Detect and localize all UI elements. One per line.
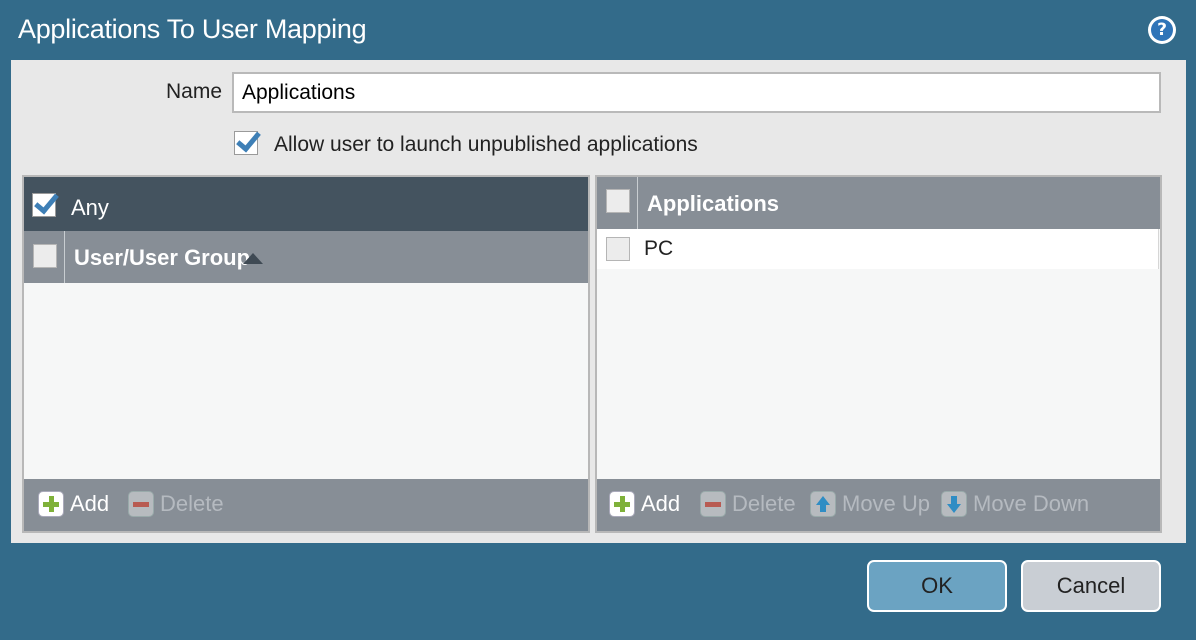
add-user-label: Add <box>70 491 110 516</box>
plus-icon <box>609 491 635 517</box>
move-up-button[interactable]: Move Up <box>810 491 930 517</box>
table-row[interactable]: PC <box>597 229 1159 269</box>
user-group-footer: Add Delete <box>24 479 588 531</box>
arrow-down-icon <box>941 491 967 517</box>
delete-user-label: Delete <box>160 491 224 516</box>
arrow-up-icon <box>810 491 836 517</box>
user-group-column-header[interactable]: User/User Group <box>24 231 588 283</box>
sort-ascending-icon[interactable] <box>243 253 263 264</box>
user-group-column-label: User/User Group <box>74 245 251 270</box>
select-all-users-checkbox[interactable] <box>33 244 57 268</box>
column-divider <box>64 231 65 283</box>
minus-icon <box>700 491 726 517</box>
plus-icon <box>38 491 64 517</box>
delete-application-button[interactable]: Delete <box>700 491 796 517</box>
help-icon[interactable]: ? <box>1148 16 1176 44</box>
row-checkbox[interactable] <box>606 237 630 261</box>
help-icon-glyph: ? <box>1151 19 1173 41</box>
dialog-titlebar: Applications To User Mapping ? <box>0 0 1196 60</box>
row-application-name: PC <box>644 237 674 260</box>
ok-button[interactable]: OK <box>867 560 1007 612</box>
column-divider <box>637 177 638 229</box>
add-application-label: Add <box>641 491 681 516</box>
name-label: Name <box>166 80 223 103</box>
any-checkbox[interactable] <box>32 193 56 217</box>
any-header: Any <box>24 177 588 231</box>
name-input[interactable] <box>232 72 1161 113</box>
any-label: Any <box>71 195 109 220</box>
select-all-applications-checkbox[interactable] <box>606 189 630 213</box>
add-user-button[interactable]: Add <box>38 491 109 517</box>
cancel-button[interactable]: Cancel <box>1021 560 1161 612</box>
applications-column-label: Applications <box>647 191 780 216</box>
delete-user-button[interactable]: Delete <box>128 491 224 517</box>
dialog-title: Applications To User Mapping <box>18 14 367 44</box>
applications-column-header[interactable]: Applications <box>597 177 1160 229</box>
delete-application-label: Delete <box>732 491 796 516</box>
allow-unpublished-label: Allow user to launch unpublished applica… <box>274 133 698 156</box>
add-application-button[interactable]: Add <box>609 491 680 517</box>
minus-icon <box>128 491 154 517</box>
allow-unpublished-checkbox[interactable] <box>234 131 258 155</box>
applications-footer: Add Delete Move Up Move Down <box>597 479 1160 531</box>
user-group-panel: Any User/User Group Add Delete <box>22 175 590 533</box>
move-up-label: Move Up <box>842 491 931 516</box>
applications-panel: Applications PC Add Delete Move Up Move … <box>595 175 1162 533</box>
move-down-button[interactable]: Move Down <box>941 491 1089 517</box>
move-down-label: Move Down <box>973 491 1090 516</box>
